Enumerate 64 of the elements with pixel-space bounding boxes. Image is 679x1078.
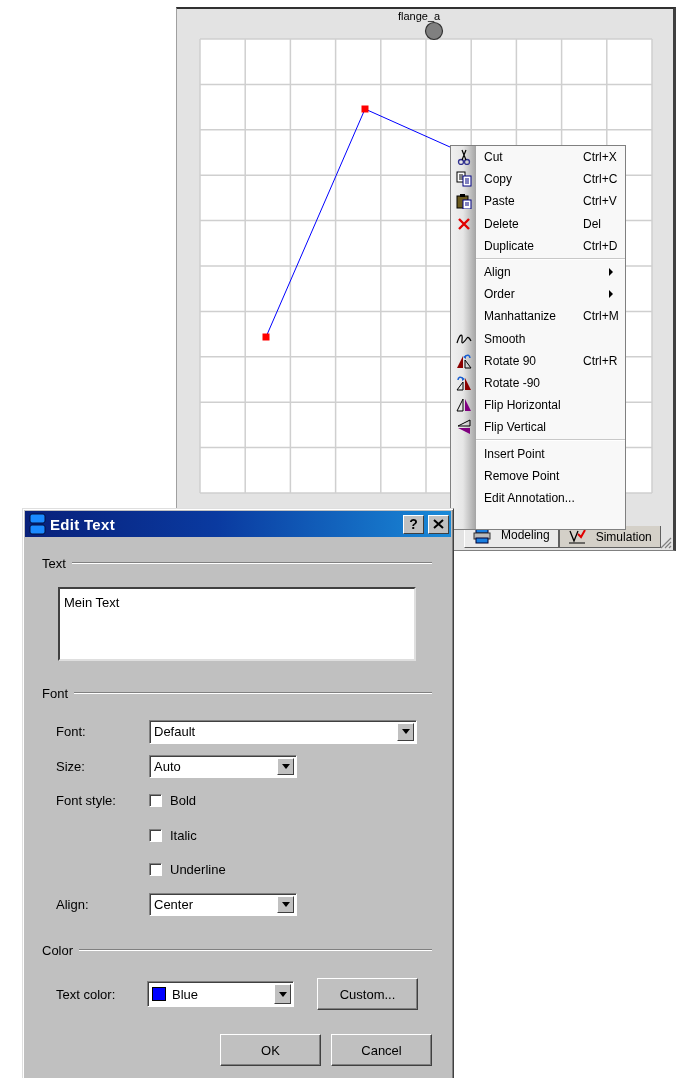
checkbox[interactable]: Bold — [149, 789, 432, 813]
selection-handle[interactable] — [361, 105, 369, 113]
copy-icon — [455, 171, 472, 188]
field-label: Size: — [56, 757, 86, 776]
color-dropdown[interactable]: Blue — [147, 981, 294, 1007]
port-connector[interactable] — [424, 21, 444, 41]
dropdown-button[interactable] — [277, 757, 294, 775]
menu-item[interactable]: Flip Vertical — [451, 416, 625, 439]
port-label: flange_a — [398, 10, 441, 22]
field-label: Text color: — [56, 986, 117, 1002]
window-title: Edit Text — [50, 515, 116, 533]
custom-button[interactable]: Custom... — [317, 978, 418, 1010]
group-heading: Font — [42, 685, 68, 701]
checkbox[interactable]: Underline — [149, 858, 432, 882]
caret-icon — [281, 763, 290, 769]
menu-item[interactable]: Order — [451, 283, 625, 306]
menu-item[interactable]: Edit Annotation... — [451, 486, 625, 509]
clipboard-icon — [455, 193, 472, 210]
flip-horizontal-icon — [455, 397, 472, 414]
menu-item[interactable]: Smooth — [451, 327, 625, 350]
checkbox[interactable]: Italic — [149, 823, 432, 847]
group-heading: Color — [42, 942, 74, 958]
group-heading: Text — [42, 555, 66, 571]
submenu-arrow-icon — [609, 268, 613, 277]
menu-item[interactable]: Delete Del — [451, 212, 625, 235]
menu-item[interactable]: Manhattanize Ctrl+M — [451, 305, 625, 328]
menu-item[interactable]: Rotate 90 Ctrl+R — [451, 349, 625, 372]
menu-item[interactable]: Copy Ctrl+C — [451, 168, 625, 191]
rotate-icon — [455, 374, 472, 391]
selection-handle[interactable] — [262, 333, 270, 341]
flip-vertical-icon — [455, 419, 472, 436]
caret-icon — [278, 991, 287, 997]
cancel-button[interactable]: Cancel — [331, 1034, 432, 1066]
chart-icon — [567, 528, 586, 545]
resize-grip[interactable] — [660, 537, 672, 549]
size-dropdown[interactable]: Auto — [149, 754, 297, 778]
field-label: Align: — [56, 895, 90, 914]
field-label: Font: — [56, 723, 87, 742]
menu-item[interactable]: Cut Ctrl+X — [451, 146, 625, 169]
menu-item[interactable]: Insert Point — [451, 442, 625, 465]
dropdown-button[interactable] — [277, 895, 294, 913]
close-button[interactable] — [428, 514, 449, 534]
close-icon — [433, 519, 444, 529]
submenu-arrow-icon — [609, 290, 613, 299]
caret-icon — [281, 901, 290, 907]
menu-item[interactable]: Duplicate Ctrl+D — [451, 234, 625, 257]
help-button[interactable]: ? — [403, 514, 424, 534]
ok-button[interactable]: OK — [220, 1034, 321, 1066]
menu-item[interactable]: Flip Horizontal — [451, 394, 625, 417]
menu-item[interactable]: Paste Ctrl+V — [451, 190, 625, 213]
font-dropdown[interactable]: Default — [149, 720, 417, 744]
rotate-icon — [455, 352, 472, 369]
delete-icon — [455, 215, 472, 232]
dropdown-button[interactable] — [397, 723, 414, 741]
align-dropdown[interactable]: Center — [149, 892, 297, 916]
caret-icon — [401, 729, 410, 735]
menu-item[interactable]: Rotate -90 — [451, 371, 625, 395]
scissors-icon — [455, 149, 472, 166]
text-field[interactable]: Mein Text — [58, 587, 416, 661]
menu-item[interactable]: Remove Point — [451, 464, 625, 487]
window-icon — [29, 513, 46, 535]
menu-item[interactable]: Align — [451, 260, 625, 284]
dropdown-button[interactable] — [274, 984, 291, 1004]
field-label: Font style: — [56, 792, 117, 811]
